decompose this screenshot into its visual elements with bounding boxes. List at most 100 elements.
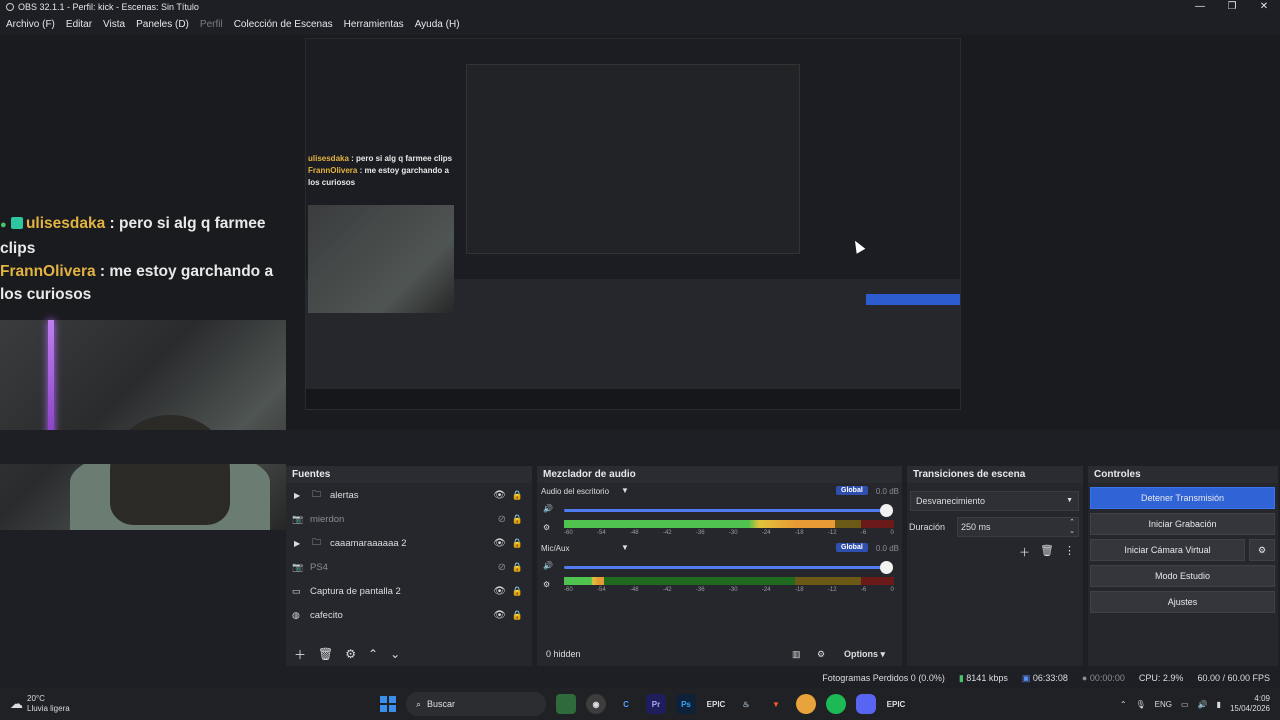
chevron-down-icon[interactable]: ▼: [621, 486, 629, 495]
spin-icon[interactable]: ⌃ ⌄: [1069, 518, 1075, 536]
folder-icon: 🗀: [312, 537, 322, 547]
tray-chevron-icon[interactable]: ⌃: [1120, 700, 1127, 709]
premiere-icon[interactable]: Pr: [646, 694, 666, 714]
menu-perfil[interactable]: Perfil: [194, 17, 228, 33]
start-recording-button[interactable]: Iniciar Grabación: [1090, 513, 1275, 535]
duration-input[interactable]: 250 ms ⌃ ⌄: [957, 517, 1079, 537]
eye-icon[interactable]: 👁: [493, 586, 506, 597]
scale-tick: -48: [629, 530, 639, 536]
volume-icon[interactable]: 🔊: [1198, 700, 1208, 709]
lock-icon[interactable]: 🔒: [512, 538, 523, 549]
network-icon[interactable]: ▭: [1181, 700, 1189, 709]
add-transition-icon[interactable]: ＋: [1019, 544, 1030, 560]
transition-select[interactable]: Desvanecimiento ▼: [910, 491, 1079, 511]
lock-icon[interactable]: 🔒: [512, 610, 523, 621]
chevron-down-icon[interactable]: ▼: [621, 543, 629, 552]
clock[interactable]: 4:09 15/04/2026: [1230, 694, 1270, 714]
eye-hidden-icon[interactable]: ⊘: [498, 562, 506, 573]
move-down-icon[interactable]: ⌄: [390, 647, 400, 661]
mic-icon[interactable]: 🎙: [1136, 700, 1146, 709]
source-item[interactable]: 📷 PS4 ⊘ 🔒: [286, 555, 532, 579]
volume-icon[interactable]: 🔊: [543, 561, 553, 570]
cpu-usage: CPU: 2.9%: [1138, 673, 1184, 683]
layout-icon[interactable]: ▥: [792, 649, 801, 660]
eye-icon[interactable]: 👁: [493, 610, 506, 621]
source-item[interactable]: ▶ 🗀 alertas 👁 🔒: [286, 483, 532, 507]
close-icon[interactable]: ✕: [1248, 0, 1280, 14]
photoshop-icon[interactable]: Ps: [676, 694, 696, 714]
scale-tick: -6: [860, 587, 867, 593]
menu-herramientas[interactable]: Herramientas: [338, 17, 409, 33]
discord-icon[interactable]: [856, 694, 876, 714]
language[interactable]: ENG: [1155, 700, 1172, 709]
minimize-icon[interactable]: —: [1184, 0, 1216, 14]
windows-start-icon[interactable]: [380, 696, 396, 712]
eye-hidden-icon[interactable]: ⊘: [498, 514, 506, 525]
lock-icon[interactable]: 🔒: [512, 514, 523, 525]
chat-user: FrannOlivera: [0, 263, 96, 280]
file-explorer-icon[interactable]: [556, 694, 576, 714]
menu-ayuda[interactable]: Ayuda (H): [409, 17, 465, 33]
menu-archivo[interactable]: Archivo (F): [0, 17, 60, 33]
volume-knob[interactable]: [880, 561, 893, 574]
scale-tick: -24: [761, 587, 771, 593]
source-item[interactable]: ◍ cafecito 👁 🔒: [286, 603, 532, 627]
chrome-icon[interactable]: [796, 694, 816, 714]
taskbar-search[interactable]: ⌕ Buscar: [406, 692, 546, 716]
virtual-camera-button[interactable]: Iniciar Cámara Virtual: [1090, 539, 1245, 561]
channel-gear-icon[interactable]: ⚙: [543, 580, 550, 589]
transition-menu-icon[interactable]: ⋮: [1064, 544, 1075, 560]
move-up-icon[interactable]: ⌃: [368, 647, 378, 661]
volume-knob[interactable]: [880, 504, 893, 517]
source-name: cafecito: [310, 609, 343, 621]
menu-vista[interactable]: Vista: [97, 17, 130, 33]
sources-toolbar: ＋ 🗑 ⚙ ⌃ ⌄: [286, 642, 532, 666]
lock-icon[interactable]: 🔒: [512, 562, 523, 573]
menu-editar[interactable]: Editar: [60, 17, 97, 33]
settings-button[interactable]: Ajustes: [1090, 591, 1275, 613]
meter-scale: -60 -54 -48 -42 -36 -30 -24 -18 -12 -6 0: [564, 587, 894, 593]
spotify-icon[interactable]: [826, 694, 846, 714]
mode-badge[interactable]: Global: [836, 486, 868, 495]
brave-icon[interactable]: ▼: [766, 694, 786, 714]
volume-icon[interactable]: 🔊: [543, 504, 553, 513]
add-source-icon[interactable]: ＋: [294, 646, 306, 663]
capcut-icon[interactable]: C: [616, 694, 636, 714]
channel-gear-icon[interactable]: ⚙: [543, 523, 550, 532]
studio-mode-button[interactable]: Modo Estudio: [1090, 565, 1275, 587]
chevron-right-icon[interactable]: ▶: [294, 539, 306, 548]
volume-slider[interactable]: [564, 566, 890, 569]
battery-icon[interactable]: ▮: [1217, 700, 1221, 709]
monitor-icon: ▭: [292, 585, 301, 596]
menu-paneles[interactable]: Paneles (D): [130, 17, 194, 33]
camera-icon: 📷: [292, 513, 304, 524]
chevron-right-icon[interactable]: ▶: [294, 491, 306, 500]
remove-transition-icon[interactable]: 🗑: [1040, 544, 1054, 560]
virtual-cam-settings-icon[interactable]: ⚙: [1249, 539, 1275, 561]
eye-icon[interactable]: 👁: [493, 538, 506, 549]
source-item[interactable]: 📷 mierdon ⊘ 🔒: [286, 507, 532, 531]
volume-slider[interactable]: [564, 509, 890, 512]
maximize-icon[interactable]: ❐: [1216, 0, 1248, 14]
source-properties-icon[interactable]: ⚙: [345, 647, 356, 661]
epic-launcher-icon[interactable]: EPIC: [886, 694, 906, 714]
mixer-settings-icon[interactable]: ⚙: [817, 649, 825, 660]
eye-icon[interactable]: 👁: [493, 490, 506, 501]
scale-tick: -30: [728, 530, 738, 536]
mode-badge[interactable]: Global: [836, 543, 868, 552]
obs-app-icon[interactable]: ◉: [586, 694, 606, 714]
source-item[interactable]: ▭ Captura de pantalla 2 👁 🔒: [286, 579, 532, 603]
steam-icon[interactable]: ♨: [736, 694, 756, 714]
lock-icon[interactable]: 🔒: [512, 490, 523, 501]
controls-title: Controles: [1088, 466, 1278, 483]
stop-stream-button[interactable]: Detener Transmisión: [1090, 487, 1275, 509]
epic-games-icon[interactable]: EPIC: [706, 694, 726, 714]
remove-source-icon[interactable]: 🗑: [318, 647, 333, 661]
options-button[interactable]: Options ▾: [844, 649, 885, 660]
weather-widget[interactable]: ☁ 20°C Lluvia ligera: [10, 694, 310, 714]
chat-message: ● ulisesdaka : pero si alg q farmee clip…: [0, 212, 286, 260]
source-item[interactable]: ▶ 🗀 caaamaraaaaaa 2 👁 🔒: [286, 531, 532, 555]
bitrate: ▮ 8141 kbps: [958, 672, 1008, 683]
menu-coleccion-escenas[interactable]: Colección de Escenas: [228, 17, 338, 33]
lock-icon[interactable]: 🔒: [512, 586, 523, 597]
